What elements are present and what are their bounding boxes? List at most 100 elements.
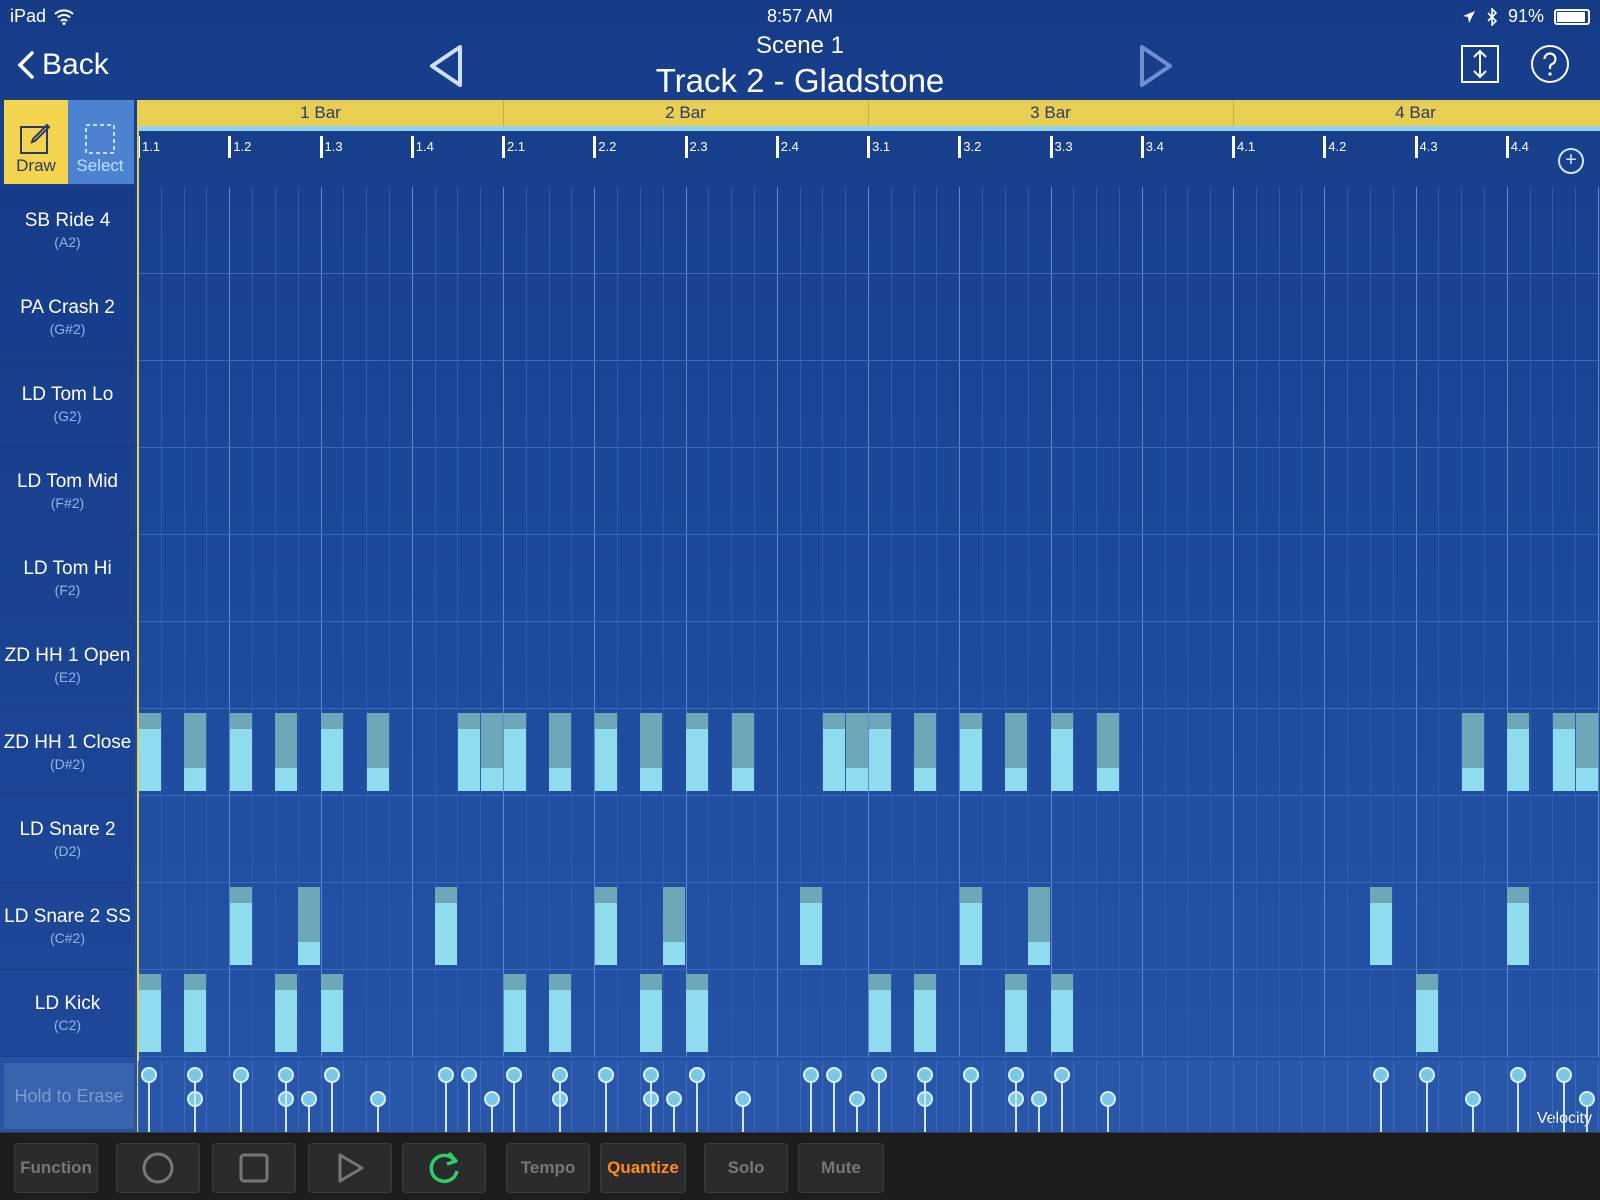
- velocity-handle[interactable]: [437, 1067, 454, 1083]
- note[interactable]: [640, 713, 663, 791]
- velocity-handle[interactable]: [597, 1067, 614, 1083]
- add-bar-button[interactable]: +: [1558, 148, 1584, 174]
- note[interactable]: [503, 974, 526, 1052]
- play-button[interactable]: [308, 1143, 392, 1193]
- note[interactable]: [184, 974, 207, 1052]
- instrument-row[interactable]: LD Snare 2 SS (C#2): [0, 883, 135, 970]
- velocity-handle[interactable]: [871, 1067, 888, 1083]
- velocity-handle[interactable]: [232, 1067, 249, 1083]
- note[interactable]: [731, 713, 754, 791]
- velocity-handle[interactable]: [734, 1091, 751, 1107]
- velocity-handle[interactable]: [1418, 1067, 1435, 1083]
- velocity-handle[interactable]: [460, 1067, 477, 1083]
- note[interactable]: [549, 974, 572, 1052]
- note[interactable]: [1507, 713, 1530, 791]
- note[interactable]: [549, 713, 572, 791]
- expand-height-button[interactable]: [1460, 44, 1500, 84]
- note[interactable]: [959, 713, 982, 791]
- note[interactable]: [686, 974, 708, 1052]
- velocity-handle[interactable]: [1578, 1091, 1595, 1107]
- note[interactable]: [663, 887, 686, 965]
- note[interactable]: [1416, 974, 1438, 1052]
- note[interactable]: [138, 974, 161, 1052]
- instrument-row[interactable]: PA Crash 2 (G#2): [0, 274, 135, 361]
- velocity-handle[interactable]: [187, 1067, 204, 1083]
- velocity-handle[interactable]: [643, 1067, 660, 1083]
- next-track-button[interactable]: [1138, 44, 1174, 93]
- note[interactable]: [457, 713, 480, 791]
- note[interactable]: [138, 713, 161, 791]
- note[interactable]: [594, 887, 617, 965]
- note[interactable]: [1461, 713, 1484, 791]
- note[interactable]: [321, 974, 343, 1052]
- velocity-handle[interactable]: [1373, 1067, 1390, 1083]
- note[interactable]: [229, 887, 252, 965]
- velocity-handle[interactable]: [369, 1091, 386, 1107]
- note[interactable]: [1507, 887, 1530, 965]
- solo-button[interactable]: Solo: [704, 1143, 788, 1193]
- velocity-handle[interactable]: [552, 1067, 569, 1083]
- note[interactable]: [1575, 713, 1598, 791]
- velocity-handle[interactable]: [962, 1067, 979, 1083]
- note[interactable]: [503, 713, 526, 791]
- note[interactable]: [275, 974, 298, 1052]
- hold-to-erase-button[interactable]: Hold to Erase: [4, 1063, 134, 1129]
- instrument-row[interactable]: LD Kick (C2): [0, 970, 135, 1057]
- note[interactable]: [959, 887, 982, 965]
- velocity-handle[interactable]: [825, 1067, 842, 1083]
- velocity-handle[interactable]: [141, 1067, 158, 1083]
- note[interactable]: [1028, 887, 1051, 965]
- note[interactable]: [800, 887, 823, 965]
- velocity-handle[interactable]: [1053, 1067, 1070, 1083]
- instrument-row[interactable]: LD Tom Mid (F#2): [0, 448, 135, 535]
- note[interactable]: [1051, 974, 1073, 1052]
- velocity-handle[interactable]: [278, 1067, 295, 1083]
- velocity-lane[interactable]: Velocity: [138, 1061, 1600, 1132]
- note[interactable]: [480, 713, 503, 791]
- velocity-handle[interactable]: [848, 1091, 865, 1107]
- note[interactable]: [366, 713, 389, 791]
- note[interactable]: [914, 974, 937, 1052]
- select-tool-button[interactable]: Select: [68, 100, 132, 184]
- bar-ruler[interactable]: 1 Bar 2 Bar 3 Bar 4 Bar: [138, 100, 1600, 126]
- function-button[interactable]: Function: [14, 1143, 98, 1193]
- velocity-handle[interactable]: [1510, 1067, 1527, 1083]
- help-button[interactable]: [1530, 44, 1570, 84]
- note[interactable]: [686, 713, 708, 791]
- note[interactable]: [1005, 974, 1028, 1052]
- velocity-handle[interactable]: [688, 1067, 705, 1083]
- velocity-handle[interactable]: [1008, 1067, 1025, 1083]
- note[interactable]: [914, 713, 937, 791]
- instrument-row[interactable]: ZD HH 1 Open (E2): [0, 622, 135, 709]
- note[interactable]: [184, 713, 207, 791]
- velocity-handle[interactable]: [301, 1091, 318, 1107]
- note[interactable]: [868, 974, 891, 1052]
- quantize-button[interactable]: Quantize: [600, 1143, 686, 1193]
- velocity-handle[interactable]: [1031, 1091, 1048, 1107]
- note[interactable]: [822, 713, 845, 791]
- instrument-row[interactable]: LD Snare 2 (D2): [0, 796, 135, 883]
- note[interactable]: [1051, 713, 1073, 791]
- velocity-handle[interactable]: [1099, 1091, 1116, 1107]
- note[interactable]: [845, 713, 868, 791]
- note[interactable]: [229, 713, 252, 791]
- velocity-handle[interactable]: [506, 1067, 523, 1083]
- mute-button[interactable]: Mute: [798, 1143, 884, 1193]
- note[interactable]: [868, 713, 891, 791]
- velocity-handle[interactable]: [802, 1067, 819, 1083]
- note[interactable]: [1005, 713, 1028, 791]
- instrument-row[interactable]: LD Tom Lo (G2): [0, 361, 135, 448]
- note[interactable]: [1370, 887, 1393, 965]
- note[interactable]: [1552, 713, 1575, 791]
- loop-button[interactable]: [402, 1143, 486, 1193]
- velocity-handle[interactable]: [483, 1091, 500, 1107]
- note[interactable]: [1096, 713, 1119, 791]
- note[interactable]: [298, 887, 321, 965]
- velocity-handle[interactable]: [666, 1091, 683, 1107]
- note[interactable]: [640, 974, 663, 1052]
- note[interactable]: [594, 713, 617, 791]
- instrument-row[interactable]: LD Tom Hi (F2): [0, 535, 135, 622]
- record-button[interactable]: [116, 1143, 200, 1193]
- velocity-handle[interactable]: [1464, 1091, 1481, 1107]
- playhead[interactable]: [137, 100, 139, 1132]
